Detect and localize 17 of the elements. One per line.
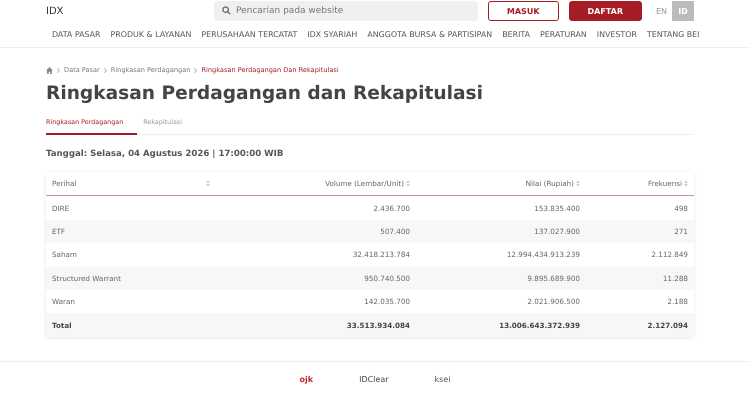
register-button[interactable]: DAFTAR: [568, 1, 642, 21]
date-text: Tanggal: Selasa, 04 Agustus 2026 | 17:00:00 WIB: [46, 149, 284, 159]
home-icon[interactable]: [46, 66, 53, 74]
page-title: Ringkasan Perdagangan dan Rekapitulasi: [46, 83, 484, 104]
chevron-icon: [104, 68, 107, 72]
sort-icon[interactable]: [684, 180, 688, 188]
chevron-icon: [194, 68, 198, 72]
search-field[interactable]: Pencarian pada website: [214, 1, 478, 21]
sort-icon[interactable]: [576, 180, 580, 188]
partner-logo[interactable]: IDClear: [359, 374, 389, 384]
sort-icon[interactable]: [406, 180, 410, 188]
sort-icon[interactable]: [206, 180, 210, 188]
partner-logo[interactable]: ksei: [434, 374, 450, 384]
login-button[interactable]: MASUK: [488, 1, 559, 21]
chevron-icon: [57, 68, 60, 72]
logo[interactable]: IDX: [46, 6, 206, 16]
partner-logo[interactable]: ojk: [300, 374, 314, 384]
